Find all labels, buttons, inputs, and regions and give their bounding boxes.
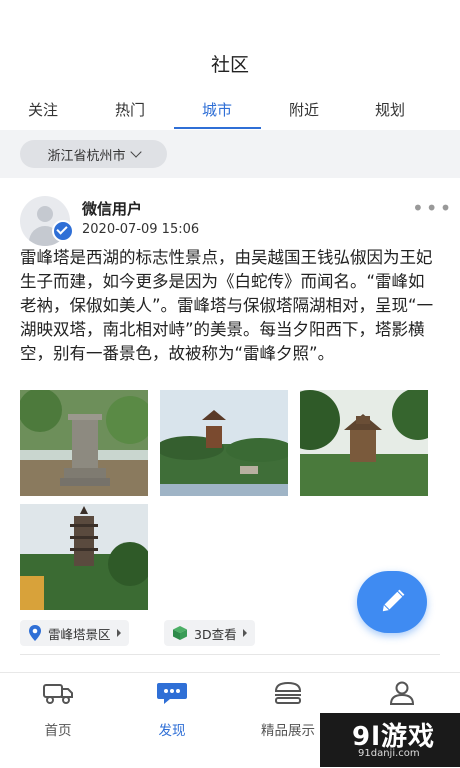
location-tag-label: 雷峰塔景区 [48,626,111,642]
active-tab-indicator [174,127,261,129]
post-username[interactable]: 微信用户 [82,198,142,219]
nav-showcase-label: 精品展示 [261,723,315,739]
tab-popular[interactable]: 热门 [90,99,170,120]
truck-icon [43,684,73,704]
post-timestamp: 2020-07-09 15:06 [82,222,200,237]
chevron-right-icon [242,629,247,637]
post-divider [20,654,440,655]
location-pin-icon [29,625,41,641]
chevron-right-icon [116,629,121,637]
cube-icon [173,626,187,640]
nav-home-label: 首页 [44,723,72,739]
city-selector-label: 浙江省杭州市 [47,148,126,164]
tab-city[interactable]: 城市 [177,99,257,120]
city-selector[interactable]: 浙江省杭州市 [20,140,167,168]
pencil-icon [382,589,405,612]
filter-bar: 浙江省杭州市 [0,130,460,178]
tab-following[interactable]: 关注 [3,99,83,120]
more-options-icon[interactable]: ••• [412,198,453,218]
tab-planning[interactable]: 规划 [350,99,430,120]
verified-badge-icon [52,220,74,242]
page-title: 社区 [210,54,249,76]
chevron-down-icon [129,145,142,158]
watermark-url: 91danji.com [358,748,420,759]
3d-view-tag[interactable]: 3D查看 [164,620,255,646]
tab-bar: 关注 热门 城市 附近 规划 [0,92,460,130]
burger-icon [274,681,302,704]
post-photo[interactable] [300,390,428,496]
post-photo[interactable] [160,390,288,496]
app-header: 社区 [0,0,460,92]
post-photo[interactable] [20,504,148,610]
nav-discover-label: 发现 [158,723,186,739]
post-photo[interactable] [20,390,148,496]
location-tag[interactable]: 雷峰塔景区 [20,620,129,646]
compose-button[interactable] [357,571,427,633]
chat-dots-icon [157,683,187,704]
post-text: 雷峰塔是西湖的标志性景点，由吴越国王钱弘俶因为王妃生子而建，如今更多是因为《白蛇… [20,248,434,363]
tab-nearby[interactable]: 附近 [264,99,344,120]
person-icon [389,681,415,705]
3d-view-tag-label: 3D查看 [194,626,237,642]
